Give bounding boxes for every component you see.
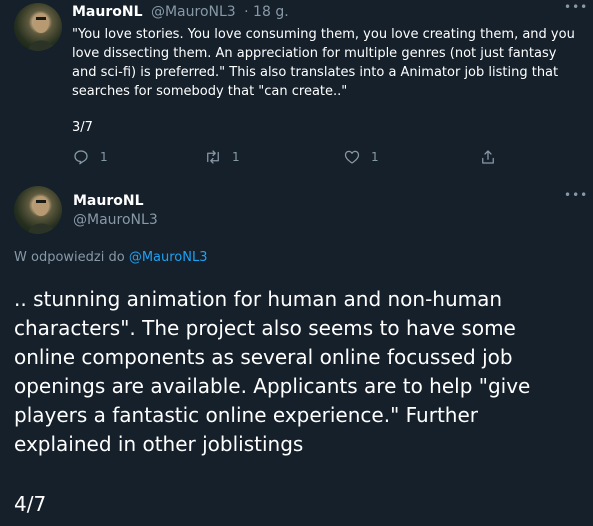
like-button[interactable]: 1: [343, 148, 379, 166]
reply-prefix: W odpowiedzi do: [14, 250, 129, 265]
tweet-actions: 1 1 1: [72, 148, 502, 168]
avatar-photo-icon: [28, 196, 56, 234]
share-button[interactable]: [479, 148, 507, 166]
avatar-photo-icon: [28, 13, 56, 51]
tweet-text: "You love stories. You love consuming th…: [72, 27, 575, 99]
more-icon[interactable]: •••: [564, 189, 588, 201]
author-name[interactable]: MauroNL: [72, 4, 143, 20]
timestamp[interactable]: · 18 g.: [244, 4, 289, 20]
more-icon[interactable]: •••: [564, 1, 588, 13]
reply-icon: [74, 150, 88, 165]
reply-button[interactable]: 1: [72, 148, 108, 166]
thread-counter: 4/7: [14, 492, 47, 516]
like-count: 1: [371, 150, 379, 164]
retweet-button[interactable]: 1: [204, 148, 240, 166]
reply-count: 1: [100, 150, 108, 164]
reply-context: W odpowiedzi do @MauroNL3: [14, 250, 208, 265]
share-icon: [482, 150, 494, 164]
thread-counter: 3/7: [72, 120, 93, 135]
like-icon: [344, 150, 360, 164]
author-handle[interactable]: @MauroNL3: [151, 4, 236, 20]
avatar[interactable]: [14, 186, 62, 234]
retweet-icon: [207, 150, 219, 164]
tweet-text: .. stunning animation for human and non-…: [14, 287, 531, 456]
author-name[interactable]: MauroNL: [73, 193, 144, 209]
retweet-count: 1: [232, 150, 240, 164]
author-handle[interactable]: @MauroNL3: [73, 212, 158, 228]
reply-handle-link[interactable]: @MauroNL3: [129, 250, 208, 265]
tweet-header: MauroNL @MauroNL3 · 18 g.: [72, 4, 289, 20]
avatar[interactable]: [14, 3, 62, 51]
